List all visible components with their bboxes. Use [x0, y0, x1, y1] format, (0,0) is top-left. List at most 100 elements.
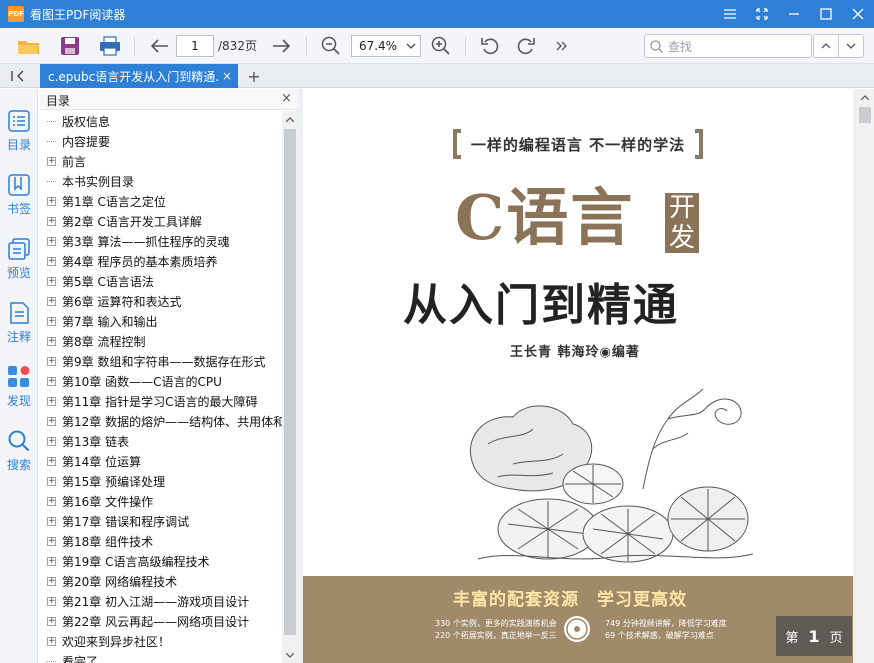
- expand-plus-icon[interactable]: +: [47, 376, 56, 386]
- expand-plus-icon[interactable]: +: [47, 196, 56, 206]
- toolbar: 1 /832页 67.4% 查找: [0, 28, 874, 64]
- expand-plus-icon[interactable]: +: [47, 516, 56, 526]
- toc-item[interactable]: + 第8章 流程控制: [39, 331, 282, 351]
- expand-plus-icon[interactable]: +: [47, 636, 56, 646]
- toc-item[interactable]: + 第7章 输入和输出: [39, 311, 282, 331]
- toc-item[interactable]: + 第18章 组件技术: [39, 531, 282, 551]
- expand-plus-icon[interactable]: +: [47, 236, 56, 246]
- toc-item[interactable]: 看完了: [39, 651, 282, 663]
- expand-plus-icon[interactable]: +: [47, 476, 56, 486]
- print-icon[interactable]: [95, 31, 125, 61]
- expand-plus-icon[interactable]: +: [47, 356, 56, 366]
- rotate-right-icon[interactable]: [511, 31, 541, 61]
- toc-item[interactable]: + 前言: [39, 151, 282, 171]
- maximize-icon[interactable]: [810, 0, 842, 28]
- document-page[interactable]: 一样的编程语言 不一样的学法 C语言 开发 从入门到精通 王长青 韩海玲◉编著: [303, 89, 853, 663]
- cover-title-main: 从入门到精通: [403, 280, 679, 331]
- toc-item[interactable]: + 第15章 预编译处理: [39, 471, 282, 491]
- zoom-in-icon[interactable]: [426, 31, 456, 61]
- expand-plus-icon[interactable]: +: [47, 616, 56, 626]
- toc-item-label: 第20章 网络编程技术: [62, 574, 178, 589]
- toc-close-icon[interactable]: ×: [281, 91, 292, 106]
- menu-icon[interactable]: [714, 0, 746, 28]
- search-next-icon[interactable]: [839, 35, 863, 57]
- toc-item[interactable]: + 第19章 C语言高级编程技术: [39, 551, 282, 571]
- tab-bar: c.epubc语言开发从入门到精通. × +: [0, 64, 874, 88]
- toc-item[interactable]: + 第9章 数组和字符串——数据存在形式: [39, 351, 282, 371]
- sidebar-item-bookmark[interactable]: 书签: [0, 167, 38, 227]
- toc-item[interactable]: + 第17章 错误和程序调试: [39, 511, 282, 531]
- new-tab-icon[interactable]: +: [246, 67, 262, 86]
- toc-item[interactable]: + 欢迎来到异步社区！: [39, 631, 282, 651]
- scroll-down-icon[interactable]: [282, 647, 298, 663]
- tab-close-icon[interactable]: ×: [222, 69, 232, 83]
- sidebar-item-annotation[interactable]: 注释: [0, 295, 38, 355]
- toc-scrollbar[interactable]: [282, 111, 298, 663]
- sidebar-item-search[interactable]: 搜索: [0, 423, 38, 483]
- expand-plus-icon[interactable]: +: [47, 156, 56, 166]
- toc-item[interactable]: + 第11章 指针是学习C语言的最大障碍: [39, 391, 282, 411]
- expand-plus-icon[interactable]: +: [47, 536, 56, 546]
- scroll-up-icon[interactable]: [282, 111, 298, 127]
- toc-item[interactable]: + 第21章 初入江湖——游戏项目设计: [39, 591, 282, 611]
- toc-item[interactable]: + 第22章 风云再起——网络项目设计: [39, 611, 282, 631]
- sidebar-item-preview[interactable]: 预览: [0, 231, 38, 291]
- viewer-scroll-thumb[interactable]: [859, 107, 871, 123]
- sidebar-item-discover[interactable]: 发现: [0, 359, 38, 419]
- toc-item[interactable]: + 第16章 文件操作: [39, 491, 282, 511]
- expand-plus-icon[interactable]: +: [47, 336, 56, 346]
- expand-plus-icon[interactable]: +: [47, 576, 56, 586]
- page-number-input[interactable]: 1: [176, 34, 214, 57]
- next-page-icon[interactable]: [267, 31, 297, 61]
- toc-item[interactable]: + 第3章 算法——抓住程序的灵魂: [39, 231, 282, 251]
- scroll-up-icon[interactable]: [856, 89, 874, 105]
- previous-page-icon[interactable]: [144, 31, 174, 61]
- expand-plus-icon[interactable]: +: [47, 296, 56, 306]
- toc-item[interactable]: + 第1章 C语言之定位: [39, 191, 282, 211]
- viewer-scrollbar[interactable]: [856, 89, 874, 663]
- cover-authors: 王长青 韩海玲◉编著: [510, 345, 640, 360]
- zoom-select[interactable]: 67.4%: [350, 34, 421, 57]
- expand-plus-icon[interactable]: +: [47, 396, 56, 406]
- expand-plus-icon[interactable]: +: [47, 276, 56, 286]
- search-input[interactable]: 查找: [644, 34, 812, 58]
- toc-item[interactable]: + 第12章 数据的熔炉——结构体、共用体和: [39, 411, 282, 431]
- open-folder-icon[interactable]: [14, 31, 44, 61]
- expand-plus-icon[interactable]: +: [47, 256, 56, 266]
- collapse-sidebar-icon[interactable]: [8, 68, 28, 84]
- toc-item[interactable]: + 第10章 函数——C语言的CPU: [39, 371, 282, 391]
- toc-item[interactable]: + 第2章 C语言开发工具详解: [39, 211, 282, 231]
- sidebar-item-toc[interactable]: 目录: [0, 103, 38, 163]
- document-tab[interactable]: c.epubc语言开发从入门到精通. ×: [40, 64, 238, 88]
- expand-plus-icon[interactable]: +: [47, 436, 56, 446]
- expand-plus-icon[interactable]: +: [47, 456, 56, 466]
- cover-title-c: C语言: [455, 181, 635, 254]
- expand-plus-icon[interactable]: +: [47, 496, 56, 506]
- toc-item[interactable]: + 第6章 运算符和表达式: [39, 291, 282, 311]
- toc-scroll-thumb[interactable]: [284, 129, 296, 635]
- toc-item[interactable]: 本书实例目录: [39, 171, 282, 191]
- annotation-icon: [7, 301, 31, 325]
- window-controls: [714, 0, 874, 28]
- expand-plus-icon[interactable]: +: [47, 216, 56, 226]
- search-prev-icon[interactable]: [814, 35, 839, 57]
- fullscreen-icon[interactable]: [746, 0, 778, 28]
- zoom-out-icon[interactable]: [316, 31, 346, 61]
- more-tools-icon[interactable]: [547, 31, 577, 61]
- save-icon[interactable]: [55, 31, 85, 61]
- toc-item[interactable]: + 第5章 C语言语法: [39, 271, 282, 291]
- close-icon[interactable]: [842, 0, 874, 28]
- minimize-icon[interactable]: [778, 0, 810, 28]
- expand-plus-icon[interactable]: +: [47, 556, 56, 566]
- toc-item[interactable]: + 第4章 程序员的基本素质培养: [39, 251, 282, 271]
- toc-item[interactable]: 内容提要: [39, 131, 282, 151]
- expand-plus-icon[interactable]: +: [47, 596, 56, 606]
- rotate-left-icon[interactable]: [475, 31, 505, 61]
- toc-item[interactable]: + 第13章 链表: [39, 431, 282, 451]
- expand-plus-icon[interactable]: +: [47, 316, 56, 326]
- expand-plus-icon[interactable]: +: [47, 416, 56, 426]
- toc-item[interactable]: + 第20章 网络编程技术: [39, 571, 282, 591]
- toc-item-label: 第22章 风云再起——网络项目设计: [62, 614, 250, 629]
- toc-item[interactable]: 版权信息: [39, 111, 282, 131]
- toc-item[interactable]: + 第14章 位运算: [39, 451, 282, 471]
